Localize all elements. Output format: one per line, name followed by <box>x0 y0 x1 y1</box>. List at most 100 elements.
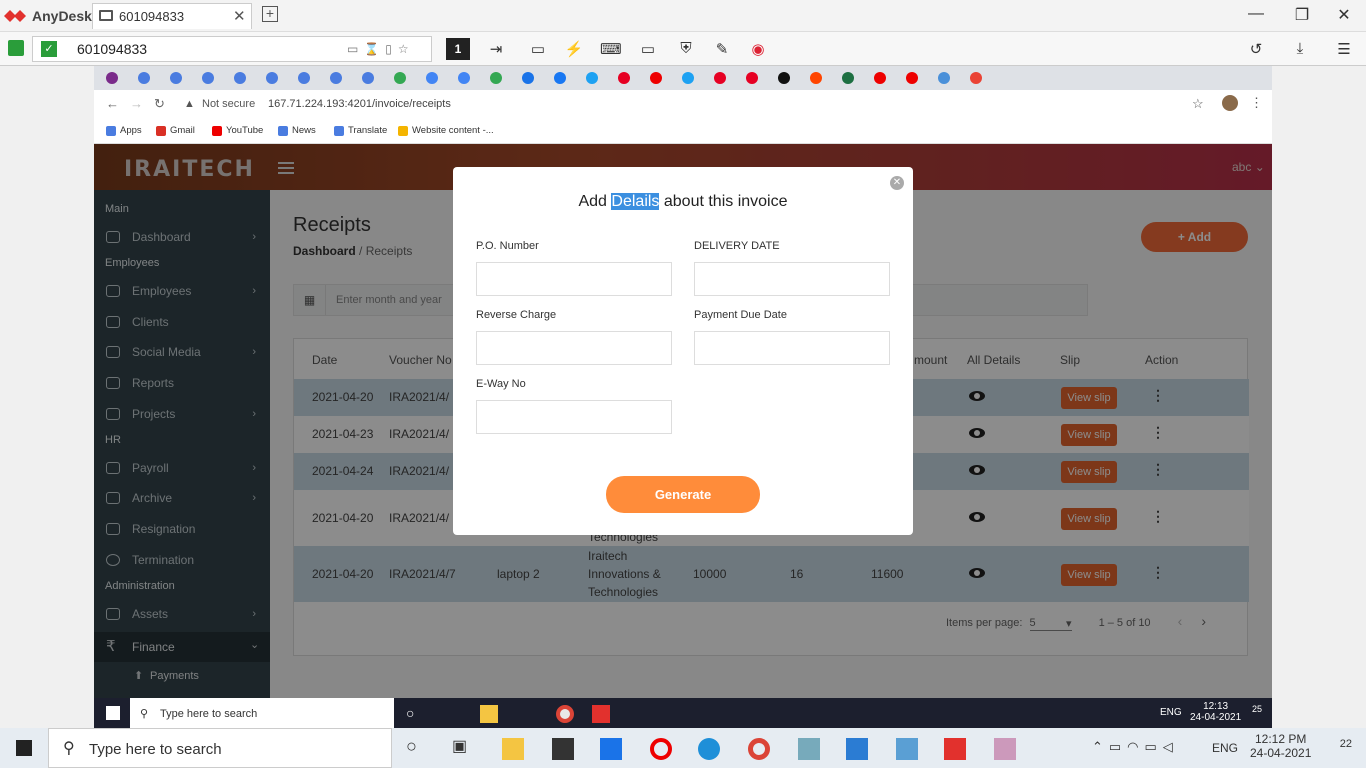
bookmark-news[interactable]: News <box>278 125 316 136</box>
permissions-icon[interactable]: ⛨ <box>676 40 696 58</box>
browser-tab[interactable] <box>842 72 854 84</box>
po-number-field[interactable] <box>476 262 672 296</box>
browser-menu-icon[interactable]: ⋮ <box>1250 95 1263 111</box>
browser-tab[interactable] <box>426 72 438 84</box>
reload-icon[interactable]: ↻ <box>154 96 165 112</box>
local-language[interactable]: ENG <box>1212 741 1238 755</box>
browser-tab[interactable] <box>618 72 630 84</box>
anydesk-taskbar-icon[interactable] <box>592 705 610 723</box>
bookmark-apps[interactable]: Apps <box>106 125 142 136</box>
new-tab-icon[interactable]: + <box>262 6 278 22</box>
paint-icon[interactable] <box>994 738 1016 760</box>
generate-button[interactable]: Generate <box>606 476 760 513</box>
remote-clock[interactable]: 12:13 24-04-2021 <box>1190 701 1241 723</box>
bookmark-translate[interactable]: Translate <box>334 125 387 136</box>
browser-tab[interactable] <box>458 72 470 84</box>
store-icon[interactable] <box>552 738 574 760</box>
profile-avatar[interactable] <box>1222 95 1238 111</box>
browser-tab[interactable] <box>714 72 726 84</box>
cortana-icon[interactable]: ○ <box>406 736 417 757</box>
browser-tab[interactable] <box>938 72 950 84</box>
browser-tab[interactable] <box>170 72 182 84</box>
remote-notification-badge[interactable]: 25 <box>1240 704 1262 724</box>
bookmark-star-icon[interactable]: ☆ <box>1192 96 1204 112</box>
browser-tab[interactable] <box>778 72 790 84</box>
browser-tab[interactable] <box>874 72 886 84</box>
browser-tab[interactable] <box>202 72 214 84</box>
browser-tab[interactable] <box>586 72 598 84</box>
display-icon[interactable]: ▭ <box>638 40 658 58</box>
file-explorer-icon[interactable] <box>480 705 498 723</box>
bookmark-youtube[interactable]: YouTube <box>212 125 263 136</box>
payment-due-date-field[interactable] <box>694 331 890 365</box>
actions-icon[interactable]: ⚡ <box>564 40 584 58</box>
browser-tab[interactable] <box>106 72 118 84</box>
session-tab[interactable]: 601094833 ✕ <box>92 3 252 29</box>
transfer-icon[interactable]: ⇥ <box>486 40 506 58</box>
browser-tab[interactable] <box>362 72 374 84</box>
browser-tab[interactable] <box>906 72 918 84</box>
close-tab-icon[interactable]: ✕ <box>233 7 246 25</box>
forward-icon[interactable]: → <box>130 96 143 111</box>
connection-status-icon <box>8 40 24 56</box>
history-icon[interactable]: ↺ <box>1246 40 1266 58</box>
windows-start-icon[interactable] <box>16 740 32 756</box>
opera-icon[interactable] <box>650 738 672 760</box>
chrome-icon[interactable] <box>556 705 574 723</box>
close-window-icon[interactable]: ✕ <box>1334 5 1354 25</box>
browser-tab-strip <box>94 66 1272 90</box>
chat-icon[interactable]: ▭ <box>528 40 548 58</box>
anydesk-taskbar-icon[interactable] <box>944 738 966 760</box>
reverse-charge-field[interactable] <box>476 331 672 365</box>
browser-tab[interactable] <box>746 72 758 84</box>
local-search-box[interactable]: ⚲ Type here to search <box>48 728 392 768</box>
system-tray-icons[interactable]: ⌃▭◠▭◁ <box>1092 739 1179 755</box>
back-icon[interactable]: ← <box>106 96 119 111</box>
chrome-icon[interactable] <box>748 738 770 760</box>
bookmark-gmail[interactable]: Gmail <box>156 125 195 136</box>
monitor-select-button[interactable]: 1 <box>446 38 470 60</box>
browser-tab[interactable] <box>554 72 566 84</box>
bookmark-website-content[interactable]: Website content -... <box>398 125 494 136</box>
address-field[interactable]: ✓ 601094833 ▭⌛▯☆ <box>32 36 432 62</box>
close-icon[interactable]: ✕ <box>890 176 904 190</box>
browser-tab[interactable] <box>522 72 534 84</box>
app-icon[interactable] <box>798 738 820 760</box>
download-icon[interactable]: ⤓ <box>1290 40 1310 58</box>
browser-tab[interactable] <box>650 72 662 84</box>
browser-tab[interactable] <box>490 72 502 84</box>
browser-tab[interactable] <box>234 72 246 84</box>
search-icon: ⚲ <box>140 708 149 720</box>
remote-screen[interactable]: ← → ↻ ▲ Not secure 167.71.224.193:4201/i… <box>94 66 1272 730</box>
browser-tab[interactable] <box>330 72 342 84</box>
remote-search-box[interactable]: ⚲ Type here to search <box>130 698 394 730</box>
keyboard-icon[interactable]: ⌨ <box>600 40 622 58</box>
restore-icon[interactable]: ❐ <box>1292 5 1312 25</box>
browser-tab[interactable] <box>810 72 822 84</box>
browser-tab[interactable] <box>138 72 150 84</box>
file-explorer-icon[interactable] <box>502 738 524 760</box>
browser-tab[interactable] <box>970 72 982 84</box>
local-notification-badge[interactable]: 22 <box>1322 738 1352 760</box>
menu-icon[interactable]: ☰ <box>1334 40 1354 58</box>
whiteboard-icon[interactable]: ✎ <box>712 40 732 58</box>
browser-tab[interactable] <box>394 72 406 84</box>
minimize-icon[interactable]: — <box>1246 5 1266 23</box>
record-icon[interactable]: ◉ <box>748 40 768 58</box>
local-clock[interactable]: 12:12 PM 24-04-2021 <box>1250 732 1311 760</box>
browser-tab[interactable] <box>298 72 310 84</box>
browser-tab[interactable] <box>266 72 278 84</box>
address-actions-icon[interactable]: ▭⌛▯☆ <box>347 42 415 56</box>
edge-icon[interactable] <box>698 738 720 760</box>
delivery-date-field[interactable] <box>694 262 890 296</box>
vscode-icon[interactable] <box>846 738 868 760</box>
task-view-icon[interactable]: ▣ <box>452 736 467 756</box>
remote-language[interactable]: ENG <box>1160 707 1182 718</box>
app-icon[interactable] <box>896 738 918 760</box>
url-text[interactable]: 167.71.224.193:4201/invoice/receipts <box>268 98 451 110</box>
windows-start-icon[interactable] <box>106 706 120 720</box>
mail-icon[interactable] <box>600 738 622 760</box>
eway-no-field[interactable] <box>476 400 672 434</box>
browser-tab[interactable] <box>682 72 694 84</box>
cortana-icon[interactable]: ○ <box>406 705 414 721</box>
